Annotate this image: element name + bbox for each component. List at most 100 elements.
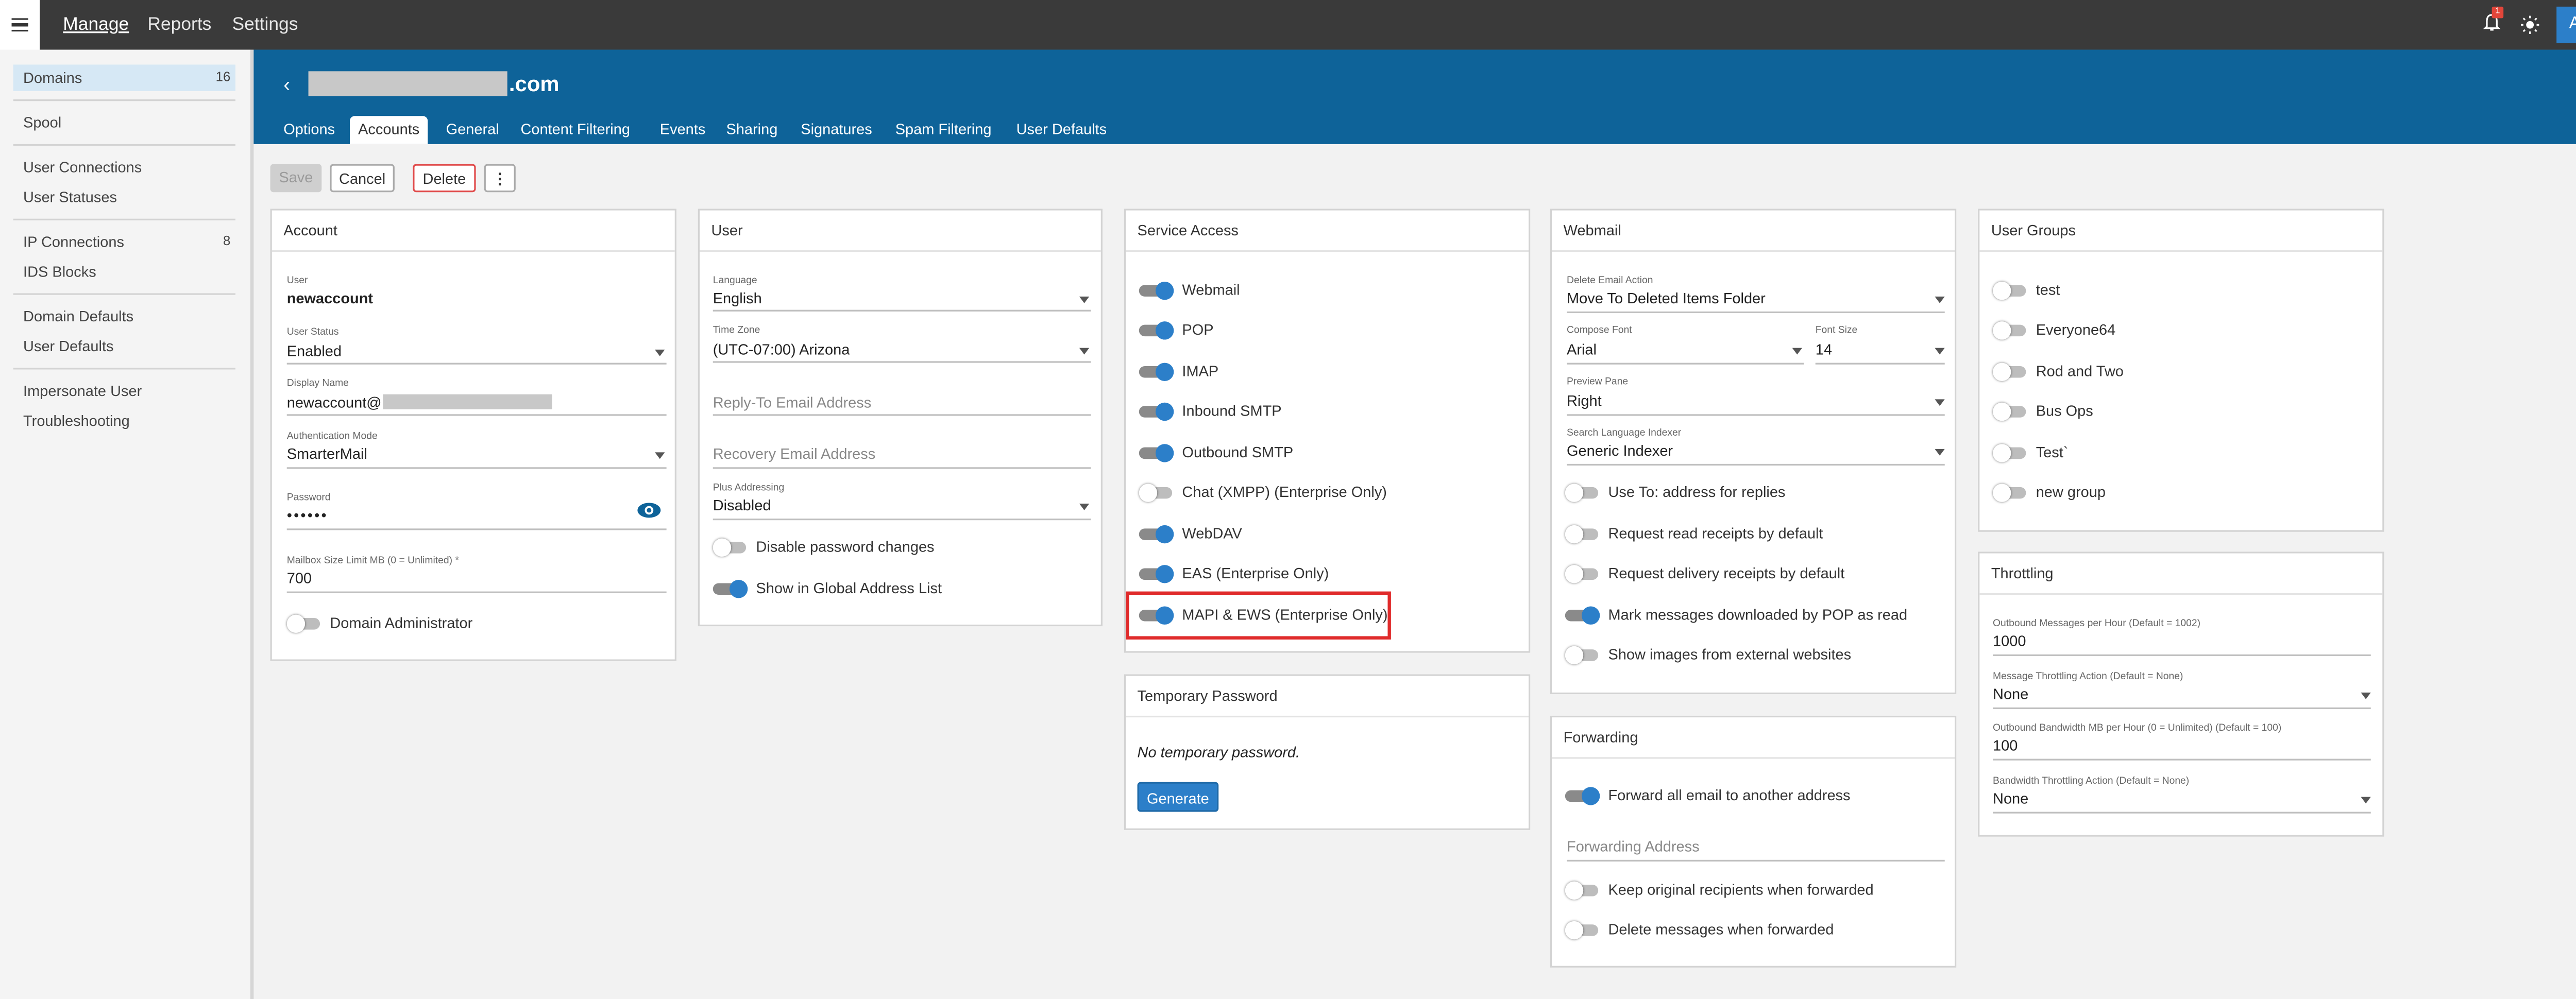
nav-manage[interactable]: Manage	[63, 0, 129, 50]
forward-all-toggle[interactable]	[1565, 787, 1602, 805]
chat-xmpp-toggle[interactable]	[1139, 484, 1176, 502]
mailbox-size-input[interactable]: 700	[287, 570, 312, 587]
temporary-password-card: Temporary Password No temporary password…	[1124, 674, 1531, 830]
tab-sharing[interactable]: Sharing	[726, 116, 777, 144]
tab-spam-filtering[interactable]: Spam Filtering	[895, 116, 992, 144]
chevron-down-icon[interactable]	[1935, 296, 1945, 303]
chevron-down-icon[interactable]	[1935, 449, 1945, 456]
group-bus-ops-toggle[interactable]	[1993, 402, 2029, 421]
password-input[interactable]: ••••••	[287, 507, 328, 523]
tab-general[interactable]: General	[446, 116, 499, 144]
show-in-gal-toggle[interactable]	[713, 580, 750, 598]
outbound-messages-label: Outbound Messages per Hour (Default = 10…	[1993, 619, 2201, 630]
outbound-smtp-toggle[interactable]	[1139, 444, 1176, 462]
outbound-messages-input[interactable]: 1000	[1993, 633, 2026, 649]
back-chevron-icon[interactable]: ‹	[283, 73, 290, 96]
domain-admin-toggle[interactable]	[286, 614, 324, 633]
mark-pop-read-toggle[interactable]	[1565, 606, 1602, 625]
sidebar-item-ids-blocks[interactable]: IDS Blocks	[13, 259, 235, 285]
eas-toggle[interactable]	[1139, 565, 1176, 583]
chevron-down-icon[interactable]	[2361, 692, 2371, 699]
chevron-down-icon[interactable]	[1935, 348, 1945, 355]
delete-action-select[interactable]: Move To Deleted Items Folder	[1567, 290, 1766, 306]
sidebar-item-domain-defaults[interactable]: Domain Defaults	[13, 303, 235, 330]
recovery-email-input[interactable]: Recovery Email Address	[713, 445, 876, 462]
cancel-button[interactable]: Cancel	[330, 164, 395, 193]
chevron-down-icon[interactable]	[1079, 296, 1090, 303]
webdav-toggle[interactable]	[1139, 525, 1176, 544]
compose-font-select[interactable]: Arial	[1567, 341, 1597, 358]
indexer-select[interactable]: Generic Indexer	[1567, 442, 1673, 459]
sidebar-item-user-connections[interactable]: User Connections	[13, 154, 235, 180]
theme-sun-icon[interactable]	[2520, 15, 2540, 35]
nav-reports[interactable]: Reports	[147, 0, 211, 50]
sidebar-item-label: Troubleshooting	[23, 412, 130, 429]
chevron-down-icon[interactable]	[655, 349, 665, 356]
toggle-label: IMAP	[1182, 363, 1219, 380]
delete-button[interactable]: Delete	[413, 164, 476, 193]
timezone-select[interactable]: (UTC-07:00) Arizona	[713, 341, 850, 358]
toggle-label: EAS (Enterprise Only)	[1182, 565, 1329, 582]
chevron-down-icon[interactable]	[655, 452, 665, 459]
keep-recipients-toggle[interactable]	[1565, 881, 1602, 900]
chevron-down-icon[interactable]	[1792, 348, 1802, 355]
account-card: Account User newaccount User Status Enab…	[270, 209, 676, 661]
group-test-toggle[interactable]	[1993, 281, 2029, 300]
chevron-down-icon[interactable]	[1079, 348, 1090, 355]
use-to-address-toggle[interactable]	[1565, 484, 1602, 502]
user-status-select[interactable]: Enabled	[287, 343, 342, 359]
tab-accounts[interactable]: Accounts	[349, 116, 428, 144]
field-underline	[286, 467, 667, 469]
tab-events[interactable]: Events	[660, 116, 706, 144]
bandwidth-input[interactable]: 100	[1993, 737, 2018, 754]
redacted-domain-name	[308, 71, 507, 96]
group-everyone64-toggle[interactable]	[1993, 321, 2029, 340]
sidebar-item-domains[interactable]: Domains 16	[13, 64, 235, 91]
sidebar-item-user-defaults[interactable]: User Defaults	[13, 333, 235, 359]
sidebar-item-spool[interactable]: Spool	[13, 109, 235, 135]
reply-to-input[interactable]: Reply-To Email Address	[713, 394, 871, 411]
group-new-group-toggle[interactable]	[1993, 484, 2029, 502]
message-action-select[interactable]: None	[1993, 686, 2028, 702]
chevron-down-icon[interactable]	[1079, 504, 1090, 510]
imap-toggle[interactable]	[1139, 363, 1176, 381]
toggle-label: new group	[2036, 484, 2106, 501]
sidebar-item-troubleshooting[interactable]: Troubleshooting	[13, 407, 235, 434]
chevron-down-icon[interactable]	[2361, 797, 2371, 804]
group-test-backtick-toggle[interactable]	[1993, 444, 2029, 462]
show-external-images-toggle[interactable]	[1565, 646, 1602, 665]
auth-mode-select[interactable]: SmarterMail	[287, 445, 367, 462]
bandwidth-action-select[interactable]: None	[1993, 790, 2028, 807]
field-underline	[1567, 463, 1945, 466]
display-name-input[interactable]: newaccount@	[287, 394, 382, 411]
pop-toggle[interactable]	[1139, 321, 1176, 340]
delete-forwarded-toggle[interactable]	[1565, 921, 1602, 940]
tab-signatures[interactable]: Signatures	[801, 116, 872, 144]
language-select[interactable]: English	[713, 290, 762, 306]
sidebar-item-user-statuses[interactable]: User Statuses	[13, 184, 235, 210]
preview-pane-select[interactable]: Right	[1567, 393, 1602, 409]
tab-user-defaults[interactable]: User Defaults	[1016, 116, 1107, 144]
disable-password-changes-toggle[interactable]	[713, 538, 750, 557]
user-avatar[interactable]: A	[2556, 6, 2576, 43]
plus-addressing-select[interactable]: Disabled	[713, 497, 771, 513]
generate-button[interactable]: Generate	[1137, 782, 1219, 812]
sidebar-item-ip-connections[interactable]: IP Connections 8	[13, 229, 235, 255]
hamburger-icon[interactable]	[0, 0, 40, 50]
eye-icon[interactable]	[637, 502, 662, 519]
read-receipts-toggle[interactable]	[1565, 525, 1602, 544]
webmail-toggle[interactable]	[1139, 281, 1176, 300]
inbound-smtp-toggle[interactable]	[1139, 402, 1176, 421]
forwarding-address-input[interactable]: Forwarding Address	[1567, 838, 1700, 855]
font-size-select[interactable]: 14	[1816, 341, 1832, 358]
nav-settings[interactable]: Settings	[232, 0, 298, 50]
save-button[interactable]: Save	[270, 164, 322, 193]
sidebar-item-impersonate-user[interactable]: Impersonate User	[13, 378, 235, 404]
chevron-down-icon[interactable]	[1935, 399, 1945, 406]
more-options-button[interactable]: ⋮	[484, 164, 516, 193]
group-rod-and-two-toggle[interactable]	[1993, 363, 2029, 381]
delivery-receipts-toggle[interactable]	[1565, 565, 1602, 583]
tab-options[interactable]: Options	[283, 116, 335, 144]
tab-content-filtering[interactable]: Content Filtering	[520, 116, 630, 144]
toggle-label: WebDAV	[1182, 525, 1242, 542]
